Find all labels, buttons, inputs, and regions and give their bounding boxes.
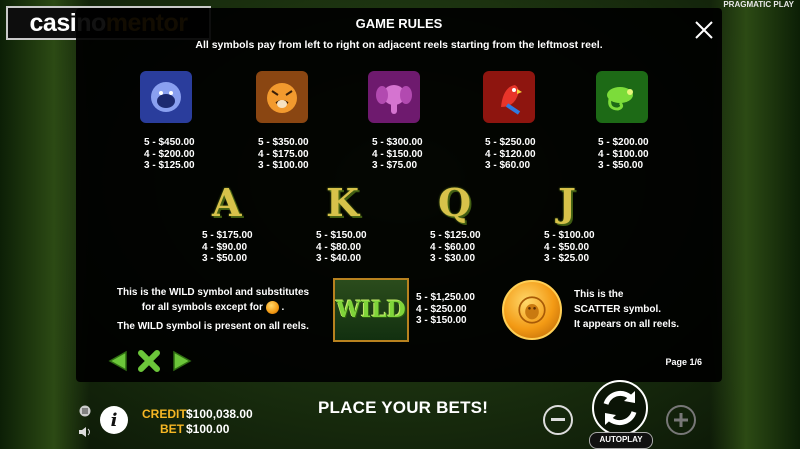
pay-4: 4 - $50.00: [544, 241, 590, 253]
wild-desc-line1: This is the WILD symbol and substitutes: [116, 287, 310, 298]
chameleon-paytable: 5 - $200.00 4 - $100.00 3 - $50.00: [598, 137, 649, 172]
symbol-j: J: [558, 180, 576, 225]
wild-desc-line2-text: for all symbols except for: [141, 302, 263, 314]
pay-4: 4 - $250.00: [416, 303, 467, 315]
pay-5: 5 - $100.00: [544, 230, 595, 241]
pay-5: 5 - $175.00: [202, 230, 253, 241]
pay-3: 3 - $50.00: [202, 253, 248, 264]
pay-4: 4 - $150.00: [372, 148, 423, 160]
info-icon[interactable]: i: [100, 406, 128, 434]
sound-icon[interactable]: [78, 426, 92, 438]
bet-value: $100.00: [186, 422, 230, 436]
scatter-desc-line1: This is the: [574, 289, 624, 300]
a-paytable: 5 - $175.00 4 - $90.00 3 - $50.00: [202, 230, 253, 265]
increase-bet-button[interactable]: [666, 405, 696, 435]
pay-5: 5 - $125.00: [430, 230, 481, 241]
wild-description: This is the WILD symbol and substitutes …: [98, 286, 328, 333]
scatter-description: This is the SCATTER symbol. It appears o…: [574, 287, 679, 332]
pay-3: 3 - $125.00: [144, 160, 195, 171]
pay-5: 5 - $150.00: [316, 230, 367, 241]
wild-symbol-text: WILD: [336, 297, 406, 323]
pay-4: 4 - $80.00: [316, 241, 362, 253]
pay-3: 3 - $30.00: [430, 253, 476, 264]
chameleon-icon: [596, 71, 648, 123]
pay-4: 4 - $175.00: [258, 148, 309, 160]
pay-4: 4 - $120.00: [485, 148, 536, 160]
rules-subtitle: All symbols pay from left to right on ad…: [195, 39, 603, 51]
credit-value: $100,038.00: [186, 407, 253, 421]
gorilla-paytable: 5 - $450.00 4 - $200.00 3 - $125.00: [144, 137, 195, 172]
pay-5: 5 - $300.00: [372, 137, 423, 148]
autoplay-button[interactable]: AUTOPLAY: [589, 432, 653, 449]
scatter-desc-line2: SCATTER symbol.: [574, 304, 662, 315]
pay-3: 3 - $25.00: [544, 253, 590, 264]
jungle-background-right: [710, 0, 800, 449]
page-indicator: Page 1/6: [665, 357, 702, 367]
decrease-bet-button[interactable]: [543, 405, 573, 435]
tiger-paytable: 5 - $350.00 4 - $175.00 3 - $100.00: [258, 137, 309, 172]
pay-5: 5 - $250.00: [485, 137, 536, 148]
next-page-arrow-icon[interactable]: [170, 350, 194, 372]
k-paytable: 5 - $150.00 4 - $80.00 3 - $40.00: [316, 230, 367, 265]
pay-4: 4 - $100.00: [598, 148, 649, 160]
pay-3: 3 - $50.00: [598, 160, 644, 171]
pay-3: 3 - $60.00: [485, 160, 531, 171]
minus-icon: [551, 418, 565, 421]
place-bets-message: PLACE YOUR BETS!: [318, 398, 489, 417]
pay-5: 5 - $450.00: [144, 137, 195, 148]
wild-desc-line3: The WILD symbol is present on all reels.: [117, 321, 309, 333]
parrot-paytable: 5 - $250.00 4 - $120.00 3 - $60.00: [485, 137, 536, 172]
symbol-a: A: [212, 180, 242, 225]
pay-3: 3 - $75.00: [372, 160, 418, 171]
pay-3: 3 - $100.00: [258, 160, 309, 171]
j-paytable: 5 - $100.00 4 - $50.00 3 - $25.00: [544, 230, 595, 265]
close-rules-x-icon[interactable]: [136, 350, 162, 372]
wild-paytable: 5 - $1,250.00 4 - $250.00 3 - $150.00: [416, 292, 475, 327]
close-icon[interactable]: [692, 18, 716, 42]
elephant-icon: [368, 71, 420, 123]
gorilla-icon: [140, 71, 192, 123]
symbol-k: K: [326, 180, 360, 225]
q-paytable: 5 - $125.00 4 - $60.00 3 - $30.00: [430, 230, 481, 265]
provider-logo: PRAGMATIC PLAY: [723, 0, 794, 9]
prev-page-arrow-icon[interactable]: [106, 350, 130, 372]
elephant-paytable: 5 - $300.00 4 - $150.00 3 - $75.00: [372, 137, 423, 172]
rules-title: GAME RULES: [355, 16, 443, 31]
wild-symbol-icon: WILD: [333, 278, 409, 342]
pay-3: 3 - $40.00: [316, 253, 362, 264]
pay-5: 5 - $200.00: [598, 137, 649, 148]
scatter-desc-line3: It appears on all reels.: [574, 319, 680, 330]
pay-4: 4 - $200.00: [144, 148, 195, 160]
pay-5: 5 - $1,250.00: [416, 292, 475, 303]
scatter-coin-icon: [502, 280, 562, 340]
scatter-coin-icon: [265, 301, 279, 314]
symbol-q: Q: [438, 180, 472, 225]
menu-icon[interactable]: [79, 405, 91, 417]
game-rules-panel: GAME RULES All symbols pay from left to …: [76, 8, 722, 382]
pay-3: 3 - $150.00: [416, 315, 467, 326]
pay-4: 4 - $60.00: [430, 241, 476, 253]
tiger-icon: [256, 71, 308, 123]
credit-label: CREDIT: [142, 407, 187, 421]
wild-desc-line2-end: .: [281, 302, 285, 314]
wild-desc-line2: for all symbols except for .: [98, 301, 328, 314]
pay-4: 4 - $90.00: [202, 241, 248, 253]
spin-button[interactable]: [584, 380, 656, 436]
bet-label: BET: [160, 422, 184, 436]
pay-5: 5 - $350.00: [258, 137, 309, 148]
plus-icon: [674, 413, 688, 427]
parrot-icon: [483, 71, 535, 123]
spin-arrows-icon: [592, 380, 648, 436]
